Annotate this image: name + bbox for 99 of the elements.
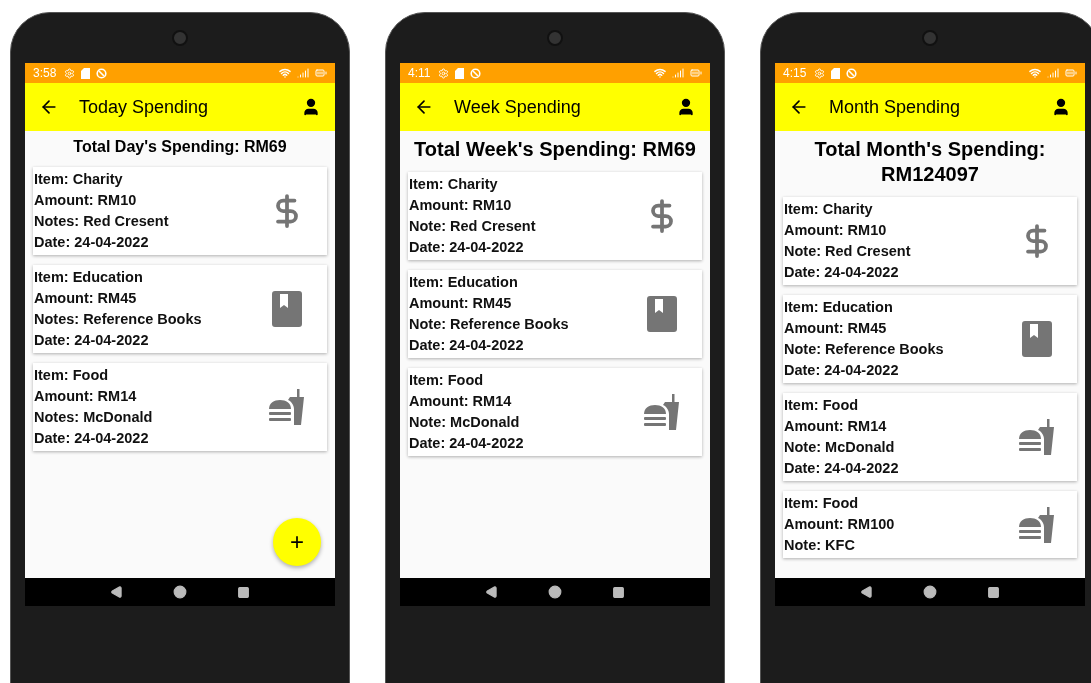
card-line: Amount: RM45 [784, 319, 888, 338]
person-icon[interactable] [676, 97, 696, 117]
card-line: Item: Charity [784, 200, 874, 219]
camera-lens [547, 30, 563, 46]
card-line: Item: Education [34, 268, 144, 287]
card-line: Amount: RM45 [409, 294, 513, 313]
card-line: Note: Reference Books [784, 340, 945, 359]
status-time: 3:58 [33, 66, 57, 80]
card-line: Amount: RM14 [409, 392, 513, 411]
card-line: Note: Red Cresent [409, 217, 537, 236]
spending-card[interactable]: Item: Food Amount: RM100 Note: KFC [783, 491, 1077, 558]
circle-icon [470, 67, 482, 79]
book-icon [272, 291, 302, 327]
wifi-icon [654, 67, 666, 79]
card-line: Amount: RM100 [784, 515, 896, 534]
card-line: Item: Charity [34, 170, 124, 189]
spending-card[interactable]: Item: Education Amount: RM45 Note: Reference Books Date: 24-04-2022 [783, 295, 1077, 383]
app-bar-title: Week Spending [454, 96, 582, 118]
card-line: Note: Red Cresent [784, 242, 912, 261]
status-time: 4:15 [783, 66, 807, 80]
card-line: Note: Reference Books [409, 315, 570, 334]
wifi-icon [1029, 67, 1041, 79]
spending-card[interactable]: Item: Charity Amount: RM10 Notes: Red Cresent Date: 24-04-2022 [33, 167, 327, 255]
person-icon[interactable] [1051, 97, 1071, 117]
card-line: Amount: RM14 [34, 387, 138, 406]
card-line: Amount: RM10 [409, 196, 513, 215]
sd-card-icon [831, 67, 841, 79]
book-icon [1022, 321, 1052, 357]
camera-lens [172, 30, 188, 46]
card-line: Notes: Reference Books [34, 310, 203, 329]
total-spending: Total Day's Spending: RM69 [72, 137, 288, 157]
spending-card[interactable]: Item: Food Amount: RM14 Note: McDonald Date: 24-04-2022 [783, 393, 1077, 481]
card-line: Item: Food [784, 494, 860, 513]
card-line: Amount: RM10 [784, 221, 888, 240]
home-circle-icon[interactable] [923, 585, 938, 599]
card-line: Item: Food [34, 366, 110, 385]
wifi-icon [279, 67, 291, 79]
camera-lens [922, 30, 938, 46]
burger-drink-icon [643, 394, 681, 430]
spending-card[interactable]: Item: Charity Amount: RM10 Note: Red Cresent Date: 24-04-2022 [408, 172, 702, 260]
card-line: Amount: RM45 [34, 289, 138, 308]
battery-icon [1065, 67, 1077, 79]
card-line: Date: 24-04-2022 [409, 434, 525, 453]
card-line: Amount: RM10 [34, 191, 138, 210]
signal-icon [297, 67, 309, 79]
card-line: Date: 24-04-2022 [409, 238, 525, 257]
recents-square-icon[interactable] [612, 585, 626, 599]
total-spending: Total Month's Spending: RM124097 [813, 137, 1047, 187]
total-spending: Total Week's Spending: RM69 [413, 137, 697, 162]
circle-icon [96, 67, 108, 79]
card-line: Note: McDonald [409, 413, 521, 432]
settings-icon [64, 67, 76, 79]
circle-icon [846, 67, 858, 79]
back-triangle-icon[interactable] [109, 585, 124, 599]
spending-card[interactable]: Item: Food Amount: RM14 Notes: McDonald Date: 24-04-2022 [33, 363, 327, 451]
burger-drink-icon [268, 389, 306, 425]
recents-square-icon[interactable] [987, 585, 1001, 599]
card-line: Item: Education [784, 298, 894, 317]
battery-icon [690, 67, 702, 79]
spending-card[interactable]: Item: Education Amount: RM45 Note: Reference Books Date: 24-04-2022 [408, 270, 702, 358]
card-line: Amount: RM14 [784, 417, 888, 436]
card-line: Date: 24-04-2022 [784, 361, 900, 380]
card-line: Date: 24-04-2022 [34, 233, 150, 252]
card-line: Notes: McDonald [34, 408, 154, 427]
home-circle-icon[interactable] [173, 585, 188, 599]
app-bar-title: Month Spending [829, 96, 962, 118]
sd-card-icon [81, 67, 91, 79]
burger-drink-icon [1018, 419, 1056, 455]
sd-card-icon [455, 67, 465, 79]
person-icon[interactable] [301, 97, 321, 117]
spending-card[interactable]: Item: Charity Amount: RM10 Note: Red Cresent Date: 24-04-2022 [783, 197, 1077, 285]
app-bar-title: Today Spending [79, 96, 210, 118]
status-time: 4:11 [408, 66, 431, 80]
card-line: Note: McDonald [784, 438, 896, 457]
spending-card[interactable]: Item: Education Amount: RM45 Notes: Reference Books Date: 24-04-2022 [33, 265, 327, 353]
card-line: Note: KFC [784, 536, 856, 555]
signal-icon [1047, 67, 1059, 79]
burger-drink-icon [1018, 506, 1056, 543]
add-button[interactable]: + [273, 518, 321, 566]
card-line: Item: Food [409, 371, 485, 390]
signal-icon [672, 67, 684, 79]
card-line: Date: 24-04-2022 [784, 459, 900, 478]
back-triangle-icon[interactable] [484, 585, 499, 599]
battery-icon [315, 67, 327, 79]
back-triangle-icon[interactable] [859, 585, 874, 599]
card-line: Date: 24-04-2022 [34, 331, 150, 350]
card-line: Date: 24-04-2022 [409, 336, 525, 355]
home-circle-icon[interactable] [548, 585, 563, 599]
settings-icon [814, 67, 826, 79]
card-line: Item: Education [409, 273, 519, 292]
recents-square-icon[interactable] [237, 585, 251, 599]
card-line: Item: Charity [409, 175, 499, 194]
book-icon [647, 296, 677, 332]
card-line: Date: 24-04-2022 [34, 429, 150, 448]
settings-icon [438, 67, 450, 79]
card-line: Date: 24-04-2022 [784, 263, 900, 282]
card-line: Item: Food [784, 396, 860, 415]
spending-card[interactable]: Item: Food Amount: RM14 Note: McDonald Date: 24-04-2022 [408, 368, 702, 456]
card-line: Notes: Red Cresent [34, 212, 170, 231]
